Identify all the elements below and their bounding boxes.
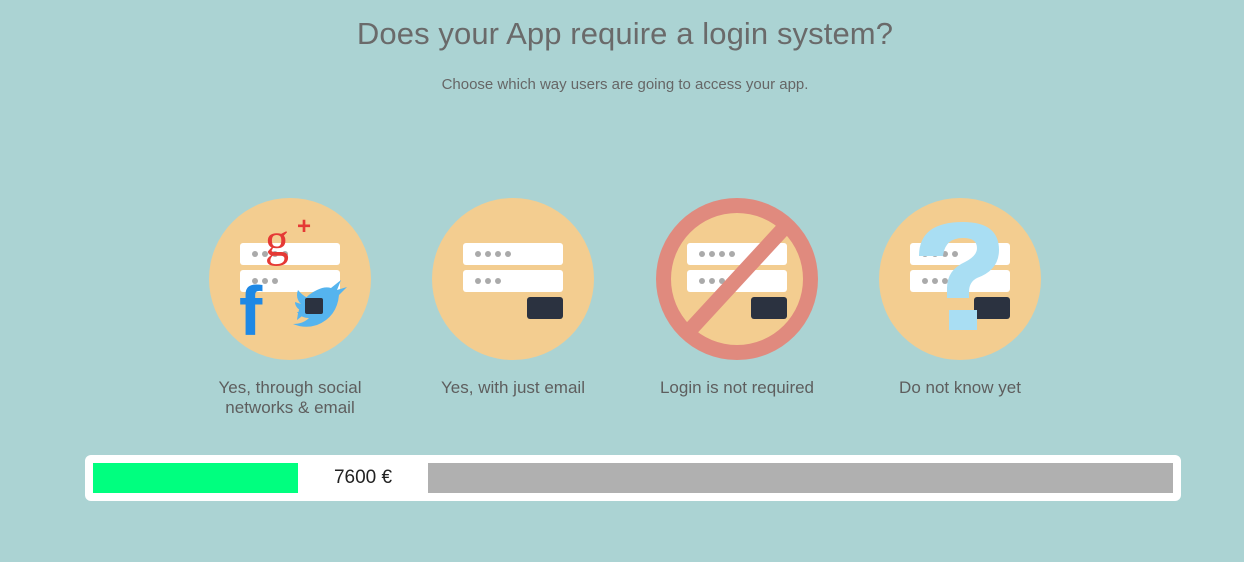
page: Does your App require a login system? Ch…	[0, 0, 1244, 562]
question-login-icon[interactable]	[879, 198, 1041, 360]
svg-text:f: f	[239, 272, 263, 350]
option-label: Yes, through social networks & email	[218, 378, 362, 417]
progress-remaining	[428, 463, 1173, 493]
no-login-icon[interactable]	[656, 198, 818, 360]
price-label: 7600 €	[333, 467, 393, 488]
price-progress-bar: 7600 €	[85, 455, 1181, 501]
option-label: Yes, with just email	[441, 378, 585, 397]
email-login-icon[interactable]	[432, 198, 594, 360]
progress-fill	[93, 463, 298, 493]
svg-text:+: +	[297, 213, 311, 240]
page-title: Does your App require a login system?	[356, 16, 894, 51]
social-login-icon[interactable]: g + f	[209, 198, 371, 360]
option-label: Do not know yet	[899, 378, 1021, 397]
option-just-email[interactable]: Yes, with just email	[413, 198, 613, 398]
option-no-login[interactable]: Login is not required	[637, 198, 837, 398]
option-unknown[interactable]: Do not know yet	[860, 198, 1060, 398]
option-label: Login is not required	[659, 378, 815, 397]
page-subtitle: Choose which way users are going to acce…	[441, 76, 809, 93]
option-social-email[interactable]: g + f Yes, through social networks & ema…	[190, 198, 390, 418]
svg-text:g: g	[265, 214, 289, 267]
